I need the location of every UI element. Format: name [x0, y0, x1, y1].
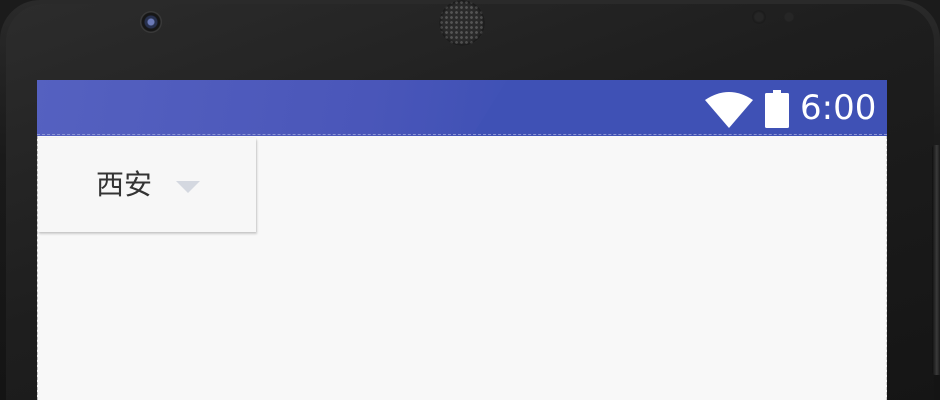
battery-icon	[765, 90, 789, 128]
power-button	[932, 145, 940, 375]
device-screen: 6:00 西安	[37, 80, 887, 400]
city-spinner[interactable]: 西安	[38, 138, 256, 232]
status-clock: 6:00	[800, 88, 877, 128]
spinner-selected-value: 西安	[96, 168, 153, 201]
front-camera	[140, 11, 162, 33]
earpiece-speaker	[439, 0, 485, 46]
proximity-sensor	[752, 10, 766, 24]
dropdown-triangle-icon	[176, 181, 200, 193]
phone-bezel: 6:00 西安	[0, 0, 940, 400]
status-bar: 6:00	[37, 80, 887, 136]
wifi-icon	[705, 92, 753, 128]
light-sensor	[784, 12, 794, 22]
app-content: 西安	[37, 136, 887, 400]
